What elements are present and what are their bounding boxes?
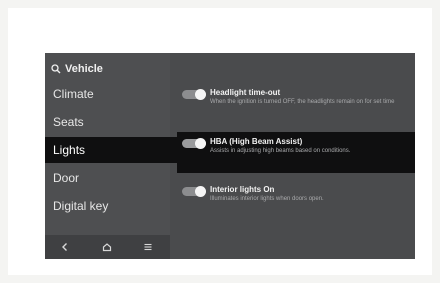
menu-icon	[144, 243, 152, 251]
sidebar-item-label: Door	[53, 171, 80, 185]
bottom-navigation-bar	[45, 235, 170, 259]
sidebar-item-label: Digital key	[53, 199, 109, 213]
setting-title: Headlight time-out	[210, 88, 281, 97]
setting-description: Assists in adjusting high beams based on…	[210, 148, 351, 154]
setting-hba[interactable]: HBA (High Beam Assist) Assists in adjust…	[177, 132, 415, 173]
setting-description: Illuminates interior lights when doors o…	[210, 196, 324, 202]
sidebar-item-lights[interactable]: Lights	[45, 137, 177, 163]
home-button[interactable]	[95, 235, 119, 259]
page-title: Vehicle	[65, 63, 103, 75]
settings-list: Headlight time-out When the ignition is …	[170, 53, 415, 259]
screenshot-frame: Vehicle Climate Seats Lights Door Digita…	[8, 8, 432, 275]
hba-toggle[interactable]	[182, 138, 206, 149]
toggle-knob	[195, 138, 206, 149]
sidebar-item-label: Lights	[53, 143, 86, 157]
toggle-knob	[195, 186, 206, 197]
home-icon	[102, 243, 112, 252]
sidebar-item-door[interactable]: Door	[45, 165, 170, 191]
setting-interior-lights-on[interactable]: Interior lights On Illuminates interior …	[170, 180, 415, 222]
search-icon	[51, 64, 61, 74]
sidebar: Vehicle Climate Seats Lights Door Digita…	[45, 53, 177, 259]
vehicle-settings-header: Vehicle	[51, 61, 103, 77]
back-icon	[62, 243, 67, 251]
sidebar-item-seats[interactable]: Seats	[45, 109, 170, 135]
setting-description: When the ignition is turned OFF, the hea…	[210, 99, 395, 105]
sidebar-item-label: Seats	[53, 115, 84, 129]
infotainment-screen: Vehicle Climate Seats Lights Door Digita…	[45, 53, 415, 259]
setting-title: Interior lights On	[210, 185, 275, 194]
setting-title: HBA (High Beam Assist)	[210, 137, 303, 146]
sidebar-item-label: Climate	[53, 87, 94, 101]
headlight-time-out-toggle[interactable]	[182, 89, 206, 100]
back-button[interactable]	[53, 235, 77, 259]
toggle-knob	[195, 89, 206, 100]
sidebar-item-climate[interactable]: Climate	[45, 81, 170, 107]
interior-lights-on-toggle[interactable]	[182, 186, 206, 197]
setting-headlight-time-out[interactable]: Headlight time-out When the ignition is …	[170, 83, 415, 125]
sidebar-item-digital-key[interactable]: Digital key	[45, 193, 170, 219]
menu-button[interactable]	[136, 235, 160, 259]
